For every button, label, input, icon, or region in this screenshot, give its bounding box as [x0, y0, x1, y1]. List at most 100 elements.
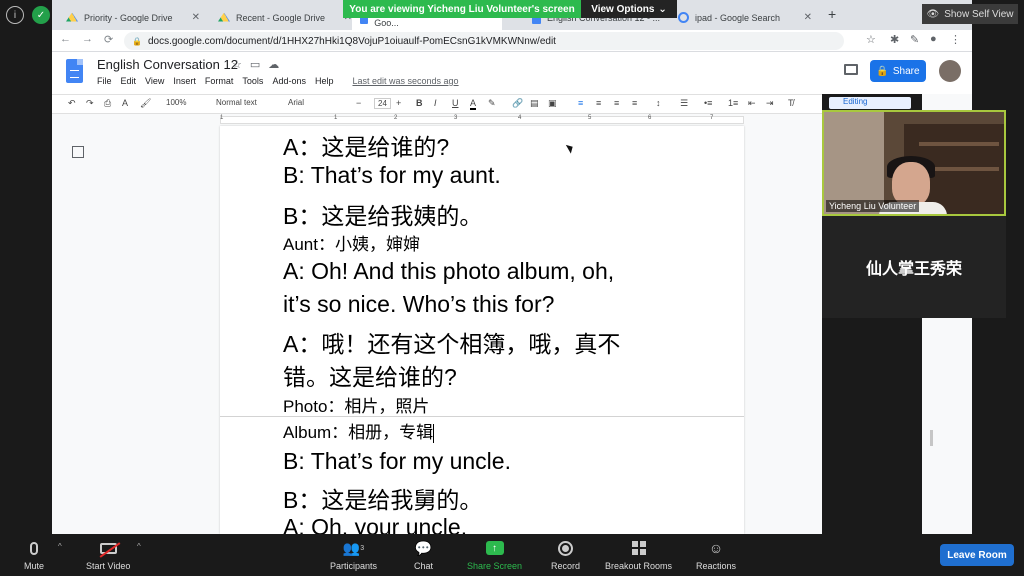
- numbered-list-icon[interactable]: 1≡: [728, 98, 738, 108]
- forward-icon[interactable]: →: [82, 33, 93, 45]
- comment-add-icon[interactable]: ▤: [530, 98, 539, 109]
- underline-icon[interactable]: U: [452, 98, 459, 108]
- view-options-label: View Options: [591, 3, 655, 15]
- zoom-top-icons: i ✓: [6, 6, 50, 24]
- outline-icon[interactable]: [72, 146, 84, 158]
- menu-format[interactable]: Format: [205, 76, 234, 86]
- spellcheck-icon[interactable]: A: [122, 98, 128, 108]
- chevron-up-icon[interactable]: ^: [137, 542, 141, 551]
- print-icon[interactable]: ⎙: [104, 98, 111, 109]
- document-line[interactable]: Album：相册，专辑: [283, 418, 435, 444]
- document-line[interactable]: B: That’s for my aunt.: [283, 162, 501, 189]
- back-icon[interactable]: ←: [60, 33, 71, 45]
- document-line[interactable]: Aunt：小姨，婶婶: [283, 230, 420, 255]
- font-size-decrease-button[interactable]: −: [356, 98, 361, 108]
- align-center-icon[interactable]: ≡: [596, 98, 601, 108]
- clear-format-icon[interactable]: T̸: [788, 98, 794, 108]
- cloud-icon[interactable]: ☁: [268, 58, 279, 71]
- last-edit-link[interactable]: Last edit was seconds ago: [352, 76, 458, 86]
- menu-help[interactable]: Help: [315, 76, 334, 86]
- document-line[interactable]: A：这是给谁的?: [283, 128, 449, 162]
- align-justify-icon[interactable]: ≡: [632, 98, 637, 108]
- chevron-up-icon[interactable]: ^: [58, 542, 62, 551]
- font-select[interactable]: Arial: [288, 98, 304, 107]
- move-folder-icon[interactable]: ▭: [250, 58, 260, 71]
- menu-file[interactable]: File: [97, 76, 112, 86]
- share-button[interactable]: 🔒 Share: [870, 60, 926, 82]
- comment-icon[interactable]: [844, 64, 858, 75]
- google-docs-logo[interactable]: [66, 59, 83, 83]
- increase-indent-icon[interactable]: ⇥: [766, 98, 774, 109]
- document-line[interactable]: 错。这是给谁的?: [283, 358, 457, 392]
- star-icon[interactable]: ☆: [866, 33, 876, 46]
- view-options-button[interactable]: View Options ⌄: [581, 0, 677, 18]
- document-line[interactable]: B：这是给我姨的。: [283, 197, 482, 231]
- menu-insert[interactable]: Insert: [173, 76, 196, 86]
- browser-tab-priority-drive[interactable]: Priority - Google Drive ✕: [58, 5, 208, 30]
- star-icon[interactable]: ☆: [232, 58, 242, 71]
- editing-mode-select[interactable]: Editing: [829, 97, 911, 109]
- share-screen-button[interactable]: ↑ Share Screen: [467, 538, 522, 571]
- shield-icon[interactable]: ✓: [32, 6, 50, 24]
- line-spacing-icon[interactable]: ↕: [656, 98, 661, 108]
- close-icon[interactable]: ✕: [192, 12, 200, 23]
- italic-icon[interactable]: I: [434, 98, 437, 108]
- text-color-icon[interactable]: A: [470, 98, 477, 110]
- browser-tab-ipad-search[interactable]: ipad - Google Search ✕: [670, 5, 820, 30]
- decrease-indent-icon[interactable]: ⇤: [748, 98, 756, 109]
- undo-icon[interactable]: ↶: [68, 98, 76, 109]
- bulleted-list-icon[interactable]: •≡: [704, 98, 712, 108]
- scrollbar-thumb[interactable]: [930, 430, 933, 446]
- document-title[interactable]: English Conversation 12: [97, 57, 238, 72]
- paint-format-icon[interactable]: 🖌: [140, 98, 151, 109]
- browser-tab-recent-drive[interactable]: Recent - Google Drive ✕: [210, 5, 360, 30]
- zoom-select[interactable]: 100%: [166, 98, 186, 107]
- menu-edit[interactable]: Edit: [121, 76, 137, 86]
- docs-header: English Conversation 12 ☆ ▭ ☁ File Edit …: [52, 52, 972, 94]
- reactions-button[interactable]: ☺ Reactions: [696, 538, 736, 571]
- style-select[interactable]: Normal text: [216, 98, 257, 107]
- document-line[interactable]: Photo：相片，照片: [283, 392, 429, 417]
- edit-icon[interactable]: ✎: [910, 33, 919, 46]
- record-button[interactable]: Record: [551, 538, 580, 571]
- document-line[interactable]: B：这是给我舅的。: [283, 481, 482, 515]
- leave-room-button[interactable]: Leave Room: [940, 544, 1014, 566]
- highlight-icon[interactable]: ✎: [488, 98, 496, 109]
- font-size-input[interactable]: 24: [374, 98, 391, 109]
- document-line[interactable]: A：哦！还有这个相簿，哦，真不: [283, 325, 620, 359]
- align-left-icon[interactable]: ≡: [578, 98, 583, 108]
- more-vert-icon[interactable]: ⋮: [950, 33, 961, 46]
- menu-add-ons[interactable]: Add-ons: [272, 76, 306, 86]
- profile-icon[interactable]: ●: [930, 33, 937, 45]
- reload-icon[interactable]: ⟳: [104, 33, 113, 46]
- participant-video-tile[interactable]: Yicheng Liu Volunteer: [822, 110, 1006, 216]
- font-size-increase-button[interactable]: +: [396, 98, 401, 108]
- info-icon[interactable]: i: [6, 6, 24, 24]
- avatar[interactable]: [939, 60, 961, 82]
- checklist-icon[interactable]: ☰: [680, 98, 688, 109]
- redo-icon[interactable]: ↷: [86, 98, 94, 109]
- menu-view[interactable]: View: [145, 76, 164, 86]
- mute-button[interactable]: Mute: [24, 538, 44, 571]
- document-canvas[interactable]: A：这是给谁的? B: That’s for my aunt. B：这是给我姨的…: [52, 126, 822, 540]
- start-video-button[interactable]: Start Video: [86, 538, 130, 571]
- participants-icon: 👥 3: [342, 539, 365, 556]
- menu-tools[interactable]: Tools: [242, 76, 263, 86]
- extensions-icon[interactable]: ✱: [890, 33, 899, 46]
- participants-button[interactable]: 👥 3 Participants: [330, 538, 377, 572]
- microphone-icon: [30, 538, 38, 558]
- participant-name-tile[interactable]: 仙人掌王秀荣: [822, 216, 1006, 318]
- bold-icon[interactable]: B: [416, 98, 423, 108]
- show-self-view-button[interactable]: 👁 Show Self View: [922, 4, 1018, 24]
- link-icon[interactable]: 🔗: [512, 98, 523, 109]
- document-line[interactable]: it’s so nice. Who’s this for?: [283, 291, 554, 318]
- document-line[interactable]: B: That’s for my uncle.: [283, 448, 511, 475]
- chat-button[interactable]: 💬 Chat: [414, 538, 433, 572]
- document-line[interactable]: A: Oh! And this photo album, oh,: [283, 258, 614, 285]
- close-icon[interactable]: ✕: [804, 12, 812, 23]
- image-icon[interactable]: ▣: [548, 98, 557, 109]
- align-right-icon[interactable]: ≡: [614, 98, 619, 108]
- new-tab-button[interactable]: +: [828, 6, 836, 22]
- url-input[interactable]: 🔒 docs.google.com/document/d/1HHX27hHki1…: [124, 32, 844, 50]
- breakout-rooms-button[interactable]: Breakout Rooms: [605, 538, 672, 571]
